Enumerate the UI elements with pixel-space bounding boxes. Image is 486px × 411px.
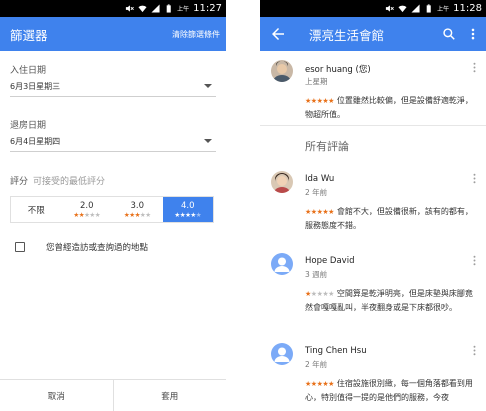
chevron-down-icon[interactable] <box>204 84 212 88</box>
review-text: ★★★★★ 住宿設施很別緻，每一個角落都看到用心，特別值得一提的是他們的服務，今夜 <box>305 377 477 404</box>
reviewer-name[interactable]: Ting Chen Hsu <box>305 346 367 356</box>
arrow-left-icon[interactable] <box>269 25 287 43</box>
status-ampm: 上午 <box>177 6 190 13</box>
more-vert-icon[interactable] <box>468 27 478 41</box>
status-bar: 上午 11:27 <box>0 0 226 17</box>
page-title: 漂亮生活會館 <box>309 27 385 43</box>
review-text: ★★★★★ 會館不大，但設備很新，該有的都有，服務態度不錯。 <box>305 205 477 232</box>
rating-option[interactable]: 3.0 ★★★★★ <box>112 197 163 222</box>
clear-filters-button[interactable]: 清除篩選條件 <box>172 29 220 40</box>
reviewer-name[interactable]: esor huang (您) <box>305 63 371 75</box>
divider <box>10 151 216 152</box>
volume-mute-icon <box>125 4 135 13</box>
star-rating-icon: ★★★★★ <box>305 208 334 216</box>
status-ampm: 上午 <box>437 6 450 13</box>
rating-label: 評分 可接受的最低評分 <box>10 174 105 187</box>
avatar[interactable] <box>271 343 293 365</box>
rating-option-label: 4.0 <box>180 200 195 211</box>
rating-option[interactable]: 4.0 ★★★★★ <box>162 197 213 222</box>
checkout-label: 退房日期 <box>10 121 47 131</box>
review-time: 2 年前 <box>305 188 328 197</box>
star-rating-icon: ★★★★★ <box>305 290 334 298</box>
min-rating-selector: 不限 2.0 ★★★★★ 3.0 ★★★★★ 4.0 ★★★★★ <box>10 196 214 223</box>
rating-title: 評分 <box>10 177 29 187</box>
battery-icon <box>164 4 173 13</box>
reviewer-name[interactable]: Hope David <box>305 256 354 266</box>
bottom-action-bar: 取消 套用 <box>0 379 226 411</box>
checkin-label: 入住日期 <box>10 66 47 76</box>
review-time: 2 年前 <box>305 360 328 369</box>
divider <box>260 125 486 126</box>
reviewer-name[interactable]: Ida Wu <box>305 174 334 184</box>
signal-icon <box>151 4 160 13</box>
chevron-down-icon[interactable] <box>204 139 212 143</box>
more-vert-icon[interactable] <box>473 62 476 73</box>
gap <box>226 0 260 411</box>
checkout-date-select[interactable]: 6月4日星期四 <box>10 136 60 147</box>
more-vert-icon[interactable] <box>473 255 476 266</box>
star-rating-icon: ★★★★★ <box>305 380 334 388</box>
app-bar: 漂亮生活會館 <box>260 17 486 51</box>
volume-mute-icon <box>385 4 395 13</box>
filter-screen: 上午 11:27 篩選器 清除篩選條件 入住日期 6月3日星期三 退房日期 6月… <box>0 0 226 411</box>
apply-button[interactable]: 套用 <box>112 380 227 411</box>
divider <box>10 96 216 97</box>
page-title: 篩選器 <box>10 27 48 43</box>
app-bar: 篩選器 清除篩選條件 <box>0 17 226 51</box>
star-rating-icon: ★★★★★ <box>174 210 202 219</box>
wifi-icon <box>398 4 407 13</box>
status-time: 11:28 <box>453 3 482 14</box>
rating-hint: 可接受的最低評分 <box>33 177 106 187</box>
rating-option-label: 不限 <box>27 205 45 216</box>
star-rating-icon: ★★★★★ <box>73 210 101 219</box>
avatar[interactable] <box>271 253 293 275</box>
wifi-icon <box>138 4 147 13</box>
avatar[interactable] <box>271 171 293 193</box>
status-bar: 上午 11:28 <box>260 0 486 17</box>
status-time: 11:27 <box>193 3 222 14</box>
cancel-button[interactable]: 取消 <box>0 380 113 411</box>
visited-checkbox[interactable] <box>15 242 25 252</box>
more-vert-icon[interactable] <box>473 345 476 356</box>
battery-icon <box>424 4 433 13</box>
reviews-screen: 上午 11:28 漂亮生活會館 esor huang (您) 上星期 ★★★★★ 位置… <box>260 0 486 411</box>
rating-option[interactable]: 2.0 ★★★★★ <box>62 197 113 222</box>
avatar[interactable] <box>271 60 293 82</box>
all-reviews-heading: 所有評論 <box>305 140 349 153</box>
signal-icon <box>411 4 420 13</box>
star-rating-icon: ★★★★★ <box>305 97 334 105</box>
star-rating-icon: ★★★★★ <box>123 210 151 219</box>
review-text: ★★★★★ 位置雖然比較偏，但是設備舒適乾淨，物超所值。 <box>305 94 477 121</box>
rating-option-label: 2.0 <box>79 200 94 211</box>
visited-label: 您曾經造訪或查詢過的地點 <box>46 243 149 253</box>
more-vert-icon[interactable] <box>473 173 476 184</box>
rating-option[interactable]: 不限 <box>11 197 62 222</box>
review-text: ★★★★★ 空間算是乾淨明亮，但是床墊與床腳竟然會嘎嘎亂叫，半夜翻身或是下床都很吵… <box>305 287 477 314</box>
review-time: 上星期 <box>305 77 328 86</box>
rating-option-label: 3.0 <box>130 200 145 211</box>
checkin-date-select[interactable]: 6月3日星期三 <box>10 81 60 92</box>
search-icon[interactable] <box>442 27 456 41</box>
review-time: 3 週前 <box>305 270 328 279</box>
